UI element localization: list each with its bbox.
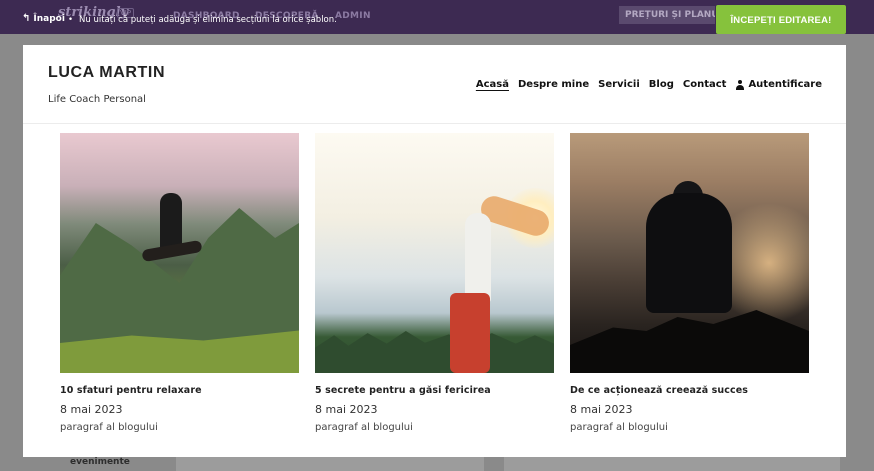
user-icon: [735, 79, 745, 90]
blog-post-card[interactable]: 5 secrete pentru a găsi fericirea 8 mai …: [315, 133, 554, 433]
site-tagline: Life Coach Personal: [48, 94, 146, 105]
post-title[interactable]: 5 secrete pentru a găsi fericirea: [315, 385, 554, 396]
start-editing-button[interactable]: ÎNCEPEȚI EDITAREA!: [716, 5, 846, 34]
template-notice: • Nu uitați că puteți adăuga și elimina s…: [68, 15, 337, 25]
background-pricing-button: PREȚURI ȘI PLANURI: [619, 6, 715, 24]
treeline-shape: [315, 331, 554, 373]
nav-contact[interactable]: Contact: [683, 79, 727, 90]
person-silhouette: [465, 213, 491, 303]
person-silhouette: [646, 193, 732, 313]
nav-login-label: Autentificare: [748, 79, 822, 90]
blog-post-card[interactable]: De ce acționează creează succes 8 mai 20…: [570, 133, 809, 433]
background-nav-admin: ADMIN: [335, 11, 371, 21]
post-date: 8 mai 2023: [315, 403, 378, 416]
person-legs: [450, 293, 490, 373]
post-excerpt: paragraf al blogului: [60, 422, 158, 433]
back-link[interactable]: ↰ Înapoi: [22, 13, 65, 25]
site-header: LUCA MARTIN Life Coach Personal Acasă De…: [23, 45, 846, 124]
template-preview: LUCA MARTIN Life Coach Personal Acasă De…: [23, 45, 846, 457]
site-name[interactable]: LUCA MARTIN: [48, 64, 165, 82]
post-title[interactable]: De ce acționează creează succes: [570, 385, 809, 396]
nav-blog[interactable]: Blog: [649, 79, 674, 90]
blog-post-card[interactable]: 10 sfaturi pentru relaxare 8 mai 2023 pa…: [60, 133, 299, 433]
post-excerpt: paragraf al blogului: [570, 422, 668, 433]
nav-home[interactable]: Acasă: [476, 79, 509, 90]
nav-login[interactable]: Autentificare: [735, 79, 822, 90]
notice-message: Nu uitați că puteți adăuga și elimina se…: [79, 15, 337, 25]
post-date: 8 mai 2023: [570, 403, 633, 416]
site-nav: Acasă Despre mine Servicii Blog Contact …: [476, 79, 822, 90]
post-image-jumping-person[interactable]: [60, 133, 299, 373]
post-image-man-on-mountain[interactable]: [570, 133, 809, 373]
post-excerpt: paragraf al blogului: [315, 422, 413, 433]
back-arrow-icon: ↰: [22, 13, 31, 24]
post-date: 8 mai 2023: [60, 403, 123, 416]
background-events-label: evenimente: [70, 457, 130, 467]
back-label: Înapoi: [33, 14, 65, 24]
nav-services[interactable]: Servicii: [598, 79, 640, 90]
blog-posts: 10 sfaturi pentru relaxare 8 mai 2023 pa…: [60, 133, 809, 433]
nav-about[interactable]: Despre mine: [518, 79, 589, 90]
post-title[interactable]: 10 sfaturi pentru relaxare: [60, 385, 299, 396]
bullet-icon: •: [68, 15, 74, 25]
post-image-woman-sunlight[interactable]: [315, 133, 554, 373]
